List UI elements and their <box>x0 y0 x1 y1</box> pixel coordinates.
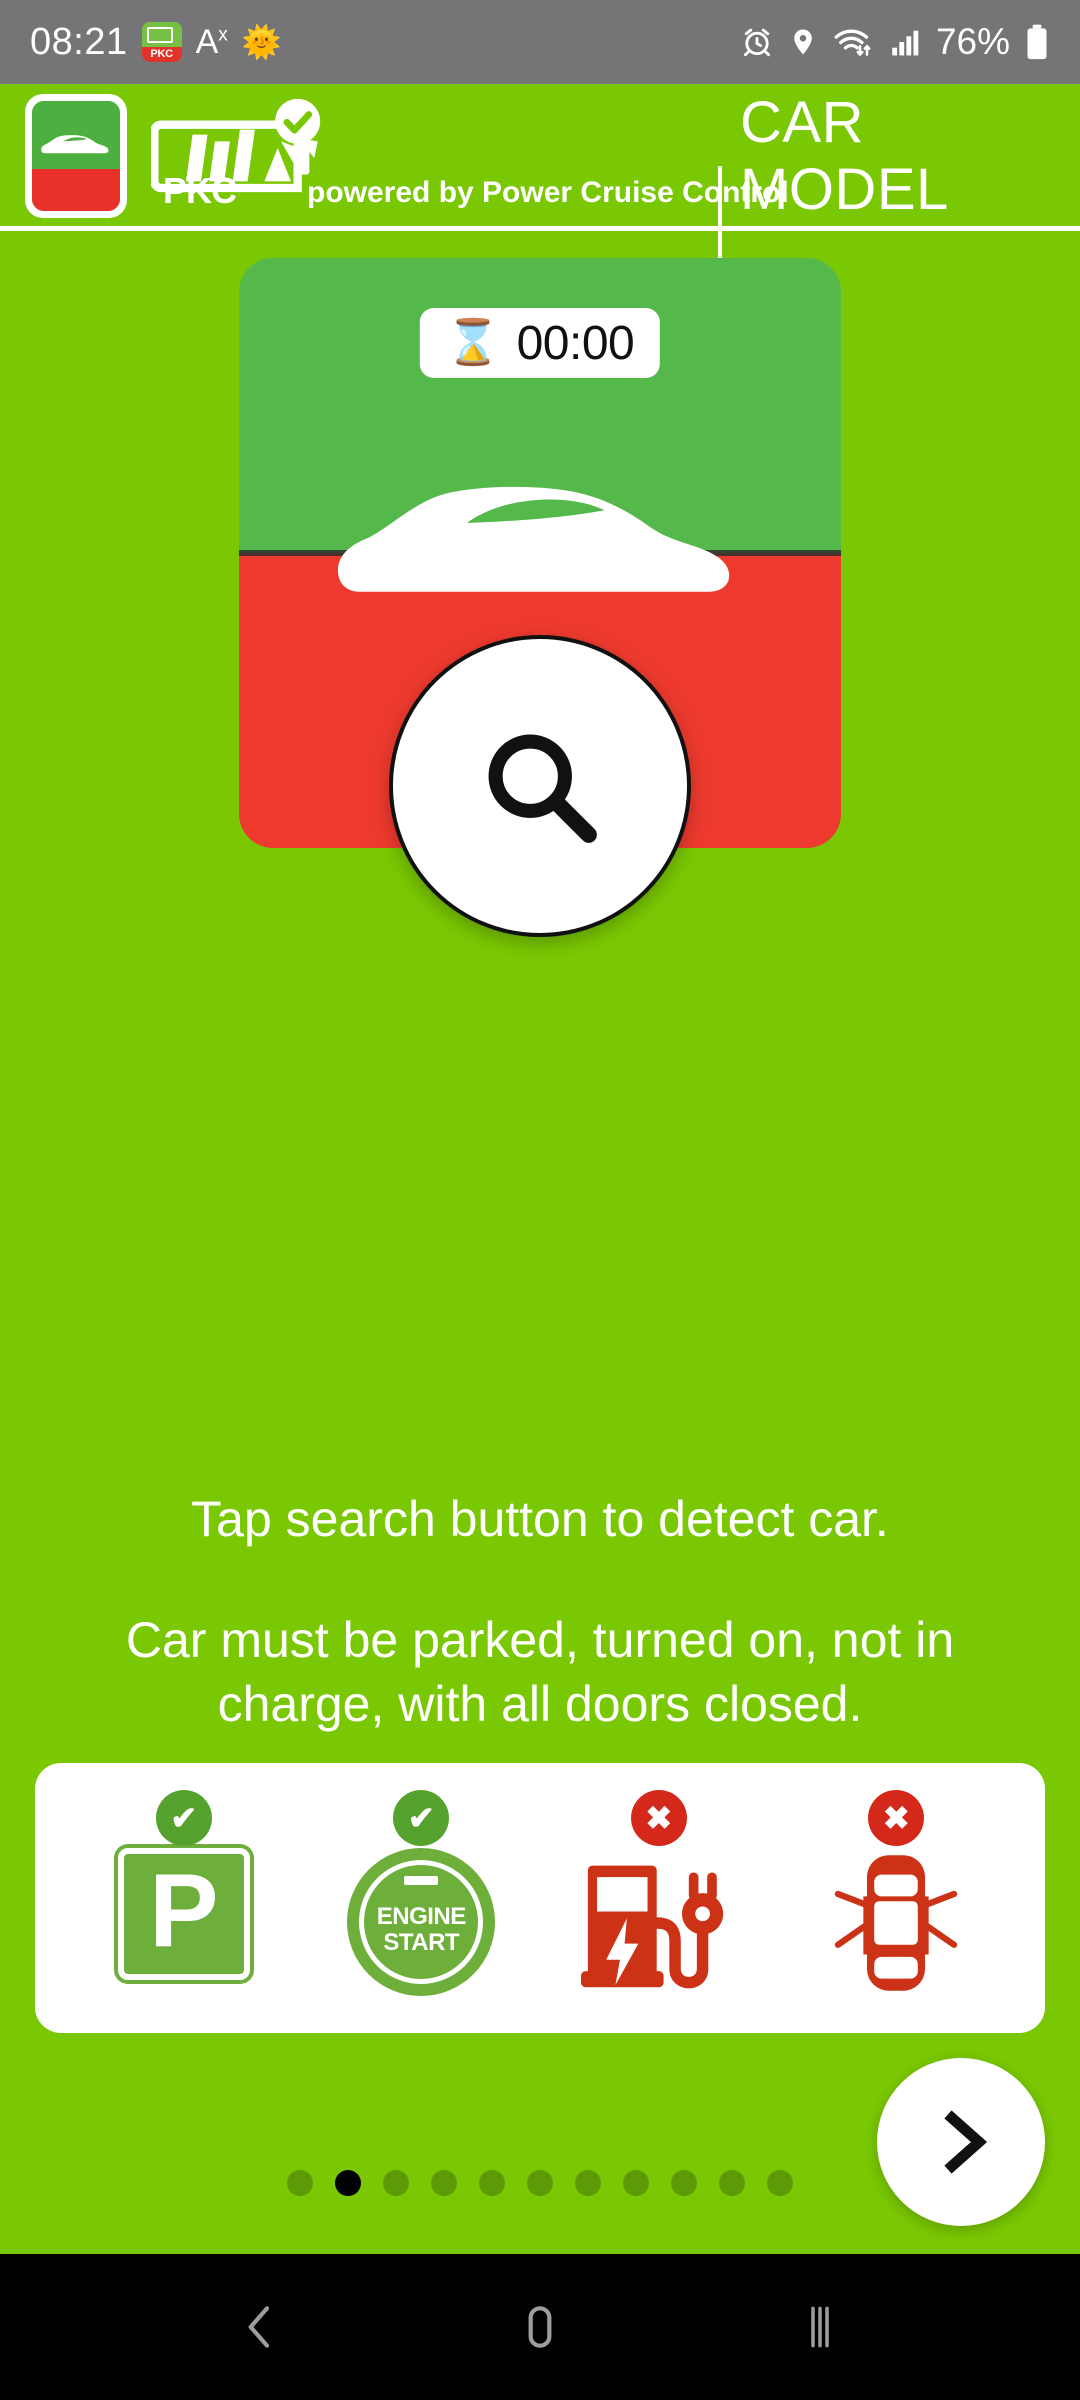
check-badge-icon: ✔ <box>155 1790 212 1846</box>
page-dot-8[interactable] <box>671 2170 697 2196</box>
page-dot-4[interactable] <box>479 2170 505 2196</box>
condition-parked: ✔ P <box>89 1790 279 1998</box>
sun-emoji-icon: 🌞 <box>241 24 282 60</box>
cross-badge-icon: ✖ <box>630 1790 687 1846</box>
next-page-button[interactable] <box>877 2058 1045 2226</box>
engine-label-line1: ENGINE <box>376 1903 467 1931</box>
battery-percent-label: 76% <box>935 21 1010 62</box>
cross-badge-icon: ✖ <box>868 1790 925 1846</box>
page-dot-3[interactable] <box>431 2170 457 2196</box>
location-icon <box>794 29 812 55</box>
pkc-brand-block: PKC powered by Power Cruise Control <box>149 84 789 228</box>
page-dot-7[interactable] <box>623 2170 649 2196</box>
status-bar-left: 08:21 PKC Ax 🌞 <box>30 21 282 64</box>
condition-not-charging: ✖ <box>564 1790 754 1998</box>
pkc-wordmark: PKC <box>163 170 237 211</box>
ev-charging-station-icon <box>580 1865 723 1989</box>
app-header-brand-area: PKC powered by Power Cruise Control <box>0 84 789 228</box>
page-dot-10[interactable] <box>767 2170 793 2196</box>
instruction-secondary: Car must be parked, turned on, not in ch… <box>125 1612 955 1732</box>
condition-doors-closed: ✖ <box>801 1790 991 1998</box>
header-bottom-rule <box>0 226 1080 231</box>
page-dot-5[interactable] <box>527 2170 553 2196</box>
engine-label-line2: START <box>383 1929 460 1956</box>
system-nav-bar <box>0 2254 1080 2400</box>
status-bar-right: 76% <box>740 21 1050 63</box>
signal-icon <box>892 30 919 56</box>
powered-by-label: powered by Power Cruise Control <box>307 176 789 209</box>
car-side-icon <box>41 135 109 154</box>
chevron-left-icon[interactable] <box>232 2299 288 2355</box>
alarm-icon <box>743 28 770 57</box>
pkc-mini-label: PKC <box>150 47 173 60</box>
page-title: CAR MODEL <box>740 90 949 222</box>
home-square-icon[interactable] <box>512 2299 568 2355</box>
parking-sign-icon: P <box>117 1848 250 1980</box>
search-car-button[interactable] <box>389 635 691 937</box>
timer-value: 00:00 <box>516 316 635 370</box>
battery-icon <box>1027 24 1047 60</box>
recents-bars-icon[interactable] <box>792 2299 848 2355</box>
conditions-card: ✔ P ✔ ENGINE START ✖ ✖ <box>35 1763 1045 2033</box>
car-open-doors-icon <box>835 1855 958 1991</box>
parking-letter: P <box>149 1853 219 1970</box>
instruction-primary: Tap search button to detect car. <box>191 1491 889 1547</box>
wifi-icon <box>834 29 871 56</box>
status-bar-clock: 08:21 <box>30 20 128 63</box>
text-size-icon: Ax <box>195 23 228 61</box>
page-dot-6[interactable] <box>575 2170 601 2196</box>
engine-start-button-icon: ENGINE START <box>347 1848 496 1996</box>
app-logo-icon <box>25 94 127 218</box>
detection-timer: ⌛ 00:00 <box>419 308 661 378</box>
app-screen: 08:21 PKC Ax 🌞 76% PKC powered by Power … <box>0 0 1080 2400</box>
page-dot-9[interactable] <box>719 2170 745 2196</box>
page-dot-0[interactable] <box>287 2170 313 2196</box>
condition-engine-on: ✔ ENGINE START <box>326 1790 516 1998</box>
check-badge-icon: ✔ <box>393 1790 450 1846</box>
battery-icon <box>146 27 173 43</box>
magnifier-icon <box>488 734 597 843</box>
status-bar: 08:21 PKC Ax 🌞 76% <box>0 0 1080 84</box>
car-side-icon <box>337 486 730 592</box>
page-dot-1[interactable] <box>335 2170 361 2196</box>
page-dot-2[interactable] <box>383 2170 409 2196</box>
pkc-app-icon: PKC <box>141 22 182 62</box>
chevron-right-icon <box>944 2110 988 2174</box>
hourglass-icon: ⌛ <box>445 318 501 367</box>
